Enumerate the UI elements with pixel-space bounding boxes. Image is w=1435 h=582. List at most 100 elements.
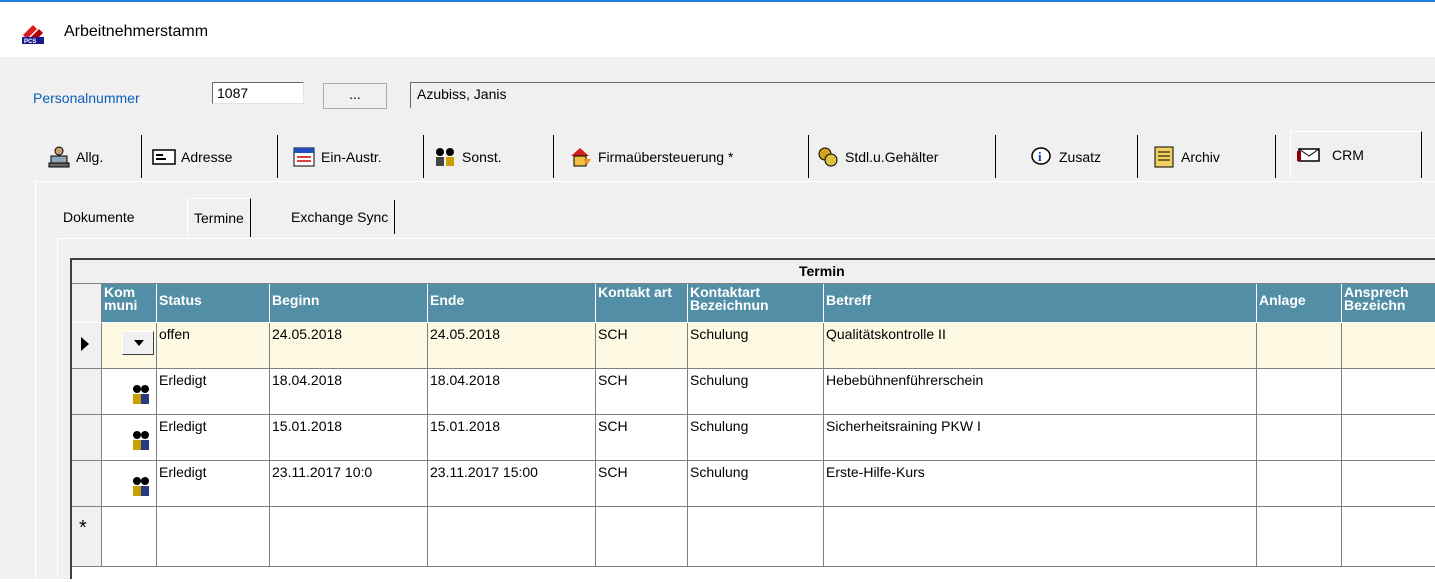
tab-firmauebersteuerung[interactable]: Firmaübersteuerung * [569,135,809,178]
kommuni-cell[interactable] [102,461,157,507]
tab-ein-austr[interactable]: Ein-Austr. [292,135,424,178]
new-row-cell[interactable] [1257,507,1342,567]
people-icon [133,431,149,450]
grid-group-header: Termin [72,260,1435,284]
house-arrow-icon [571,147,591,166]
kommuni-cell[interactable] [102,415,157,461]
beginn-cell[interactable]: 23.11.2017 10:0 [270,461,428,507]
betreff-cell[interactable]: Qualitätskontrolle II [824,323,1257,369]
archive-icon [1154,146,1174,167]
personalnummer-label: Personalnummer [33,90,140,106]
new-row-cell[interactable] [1342,507,1435,567]
col-header-betreff[interactable]: Betreff [824,284,1257,323]
tab-termine[interactable]: Termine [187,198,251,237]
col-header-kontaktart[interactable]: Kontakt art [596,284,688,323]
tab-label: Ein-Austr. [321,148,382,165]
kommuni-cell[interactable] [102,369,157,415]
kontaktart-cell[interactable]: SCH [596,323,688,369]
group-header-label: Termin [799,263,845,279]
new-row-cell[interactable] [428,507,596,567]
tab-stdl-gehaelter[interactable]: Stdl.u.Gehälter [816,135,996,178]
employee-name-field: Azubiss, Janis [410,82,1435,108]
ende-cell[interactable]: 24.05.2018 [428,323,596,369]
tab-dokumente[interactable]: Dokumente [57,200,141,234]
dropdown-arrow-icon[interactable] [122,331,154,355]
col-header-ende[interactable]: Ende [428,284,596,323]
anlage-cell[interactable] [1257,461,1342,507]
new-row-marker: * [79,517,87,539]
col-header-kontaktart-bezeichnung[interactable]: Kontaktart Bezeichnun [688,284,824,323]
new-row-cell[interactable] [688,507,824,567]
status-cell[interactable]: Erledigt [157,369,270,415]
title-bar: PCS Arbeitnehmerstamm [0,2,1435,57]
address-card-icon [152,148,176,165]
personalnummer-input[interactable]: 1087 [212,82,304,104]
col-header-status[interactable]: Status [157,284,270,323]
beginn-cell[interactable]: 24.05.2018 [270,323,428,369]
tab-crm[interactable]: CRM [1290,131,1422,178]
beginn-cell[interactable]: 15.01.2018 [270,415,428,461]
termine-grid: Termin Kom muni Status Beginn Ende Konta… [70,258,1435,579]
tab-adresse[interactable]: Adresse [152,135,278,178]
kontaktart-cell[interactable]: SCH [596,415,688,461]
tab-label: Allg. [76,148,104,165]
row-selector[interactable] [72,415,102,461]
new-row-cell[interactable] [102,507,157,567]
anlage-cell[interactable] [1257,323,1342,369]
new-row-selector[interactable]: * [72,507,102,567]
new-row-cell[interactable] [157,507,270,567]
new-row-cell[interactable] [270,507,428,567]
beginn-cell[interactable]: 18.04.2018 [270,369,428,415]
betreff-cell[interactable]: Erste-Hilfe-Kurs [824,461,1257,507]
bezeichnung-cell[interactable]: Schulung [688,369,824,415]
tab-label: Zusatz [1059,148,1102,165]
ansprech-cell[interactable] [1342,415,1435,461]
status-cell[interactable]: Erledigt [157,415,270,461]
ende-cell[interactable]: 23.11.2017 15:00 [428,461,596,507]
row-selector[interactable] [72,461,102,507]
new-row-cell[interactable] [824,507,1257,567]
ende-cell[interactable]: 15.01.2018 [428,415,596,461]
col-header-beginn[interactable]: Beginn [270,284,428,323]
col-header-anlage[interactable]: Anlage [1257,284,1342,323]
grid-corner-cell [72,284,102,323]
row-selector[interactable] [72,369,102,415]
tab-allg[interactable]: Allg. [47,135,142,178]
crm-icon [1297,148,1320,162]
ansprech-cell[interactable] [1342,461,1435,507]
tab-exchange-sync[interactable]: Exchange Sync [285,200,396,234]
kontaktart-cell[interactable]: SCH [596,369,688,415]
svg-text:i: i [1038,149,1042,164]
people-icon [133,477,149,496]
status-cell[interactable]: Erledigt [157,461,270,507]
bezeichnung-cell[interactable]: Schulung [688,323,824,369]
calendar-icon [293,147,315,166]
tab-archiv[interactable]: Archiv [1152,135,1276,178]
col-header-kommuni[interactable]: Kom muni [102,284,157,323]
bezeichnung-cell[interactable]: Schulung [688,461,824,507]
ende-cell[interactable]: 18.04.2018 [428,369,596,415]
pcs-app-icon: PCS [22,22,44,44]
people-icon [436,147,454,166]
main-tab-strip: Allg. Adresse Ein-Austr. Sonst. Firmaübe… [0,131,1435,179]
tab-sonst[interactable]: Sonst. [433,135,554,178]
row-selector[interactable] [72,323,102,369]
browse-button[interactable]: ... [323,83,387,109]
ansprech-cell[interactable] [1342,369,1435,415]
col-header-ansprech[interactable]: Ansprech Bezeichn [1342,284,1435,323]
tab-zusatz[interactable]: i Zusatz [1030,135,1138,178]
new-row-cell[interactable] [596,507,688,567]
kontaktart-cell[interactable]: SCH [596,461,688,507]
kommuni-cell[interactable] [102,323,157,369]
betreff-cell[interactable]: Hebebühnenführerschein [824,369,1257,415]
bezeichnung-cell[interactable]: Schulung [688,415,824,461]
tab-label: Sonst. [462,148,502,165]
ansprech-cell[interactable] [1342,323,1435,369]
status-cell[interactable]: offen [157,323,270,369]
anlage-cell[interactable] [1257,415,1342,461]
betreff-cell[interactable]: Sicherheitsraining PKW I [824,415,1257,461]
tab-label: Stdl.u.Gehälter [845,148,939,165]
people-icon [133,385,149,404]
anlage-cell[interactable] [1257,369,1342,415]
person-computer-icon [48,146,70,167]
